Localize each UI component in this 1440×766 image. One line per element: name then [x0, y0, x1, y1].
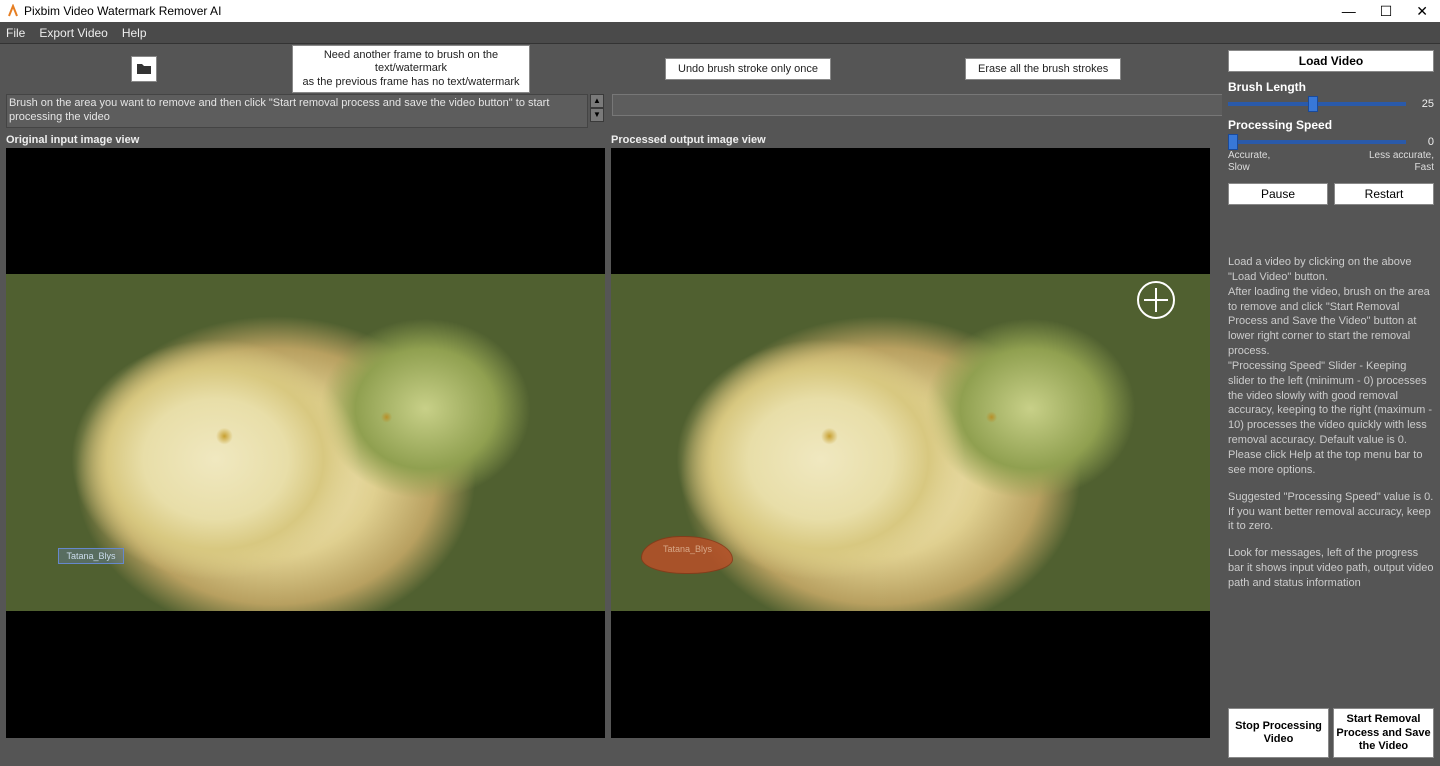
brush-length-thumb[interactable] [1308, 96, 1318, 112]
menu-help[interactable]: Help [122, 26, 147, 40]
processing-speed-slider[interactable] [1228, 140, 1406, 144]
minimize-icon[interactable]: — [1342, 3, 1356, 19]
stop-processing-button[interactable]: Stop Processing Video [1228, 708, 1329, 758]
load-video-button[interactable]: Load Video [1228, 50, 1434, 72]
processing-speed-value: 0 [1410, 136, 1434, 148]
processing-speed-thumb[interactable] [1228, 134, 1238, 150]
pause-button[interactable]: Pause [1228, 183, 1328, 205]
app-logo-icon [6, 4, 20, 18]
brush-stroke-hidden-text: Tatana_Blys [663, 544, 712, 554]
watermark-overlay: Tatana_Blys [58, 548, 124, 564]
help-p2: After loading the video, brush on the ar… [1228, 286, 1430, 357]
hint-line-1: Need another frame to brush on the text/… [299, 49, 523, 75]
hint-line-2: as the previous frame has no text/waterm… [299, 76, 523, 89]
help-p5: Suggested "Processing Speed" value is 0.… [1228, 490, 1434, 535]
open-folder-button[interactable] [131, 56, 157, 82]
processed-view-label: Processed output image view [611, 132, 766, 148]
original-view[interactable]: Tatana_Blys [6, 148, 605, 738]
title-bar: Pixbim Video Watermark Remover AI — ☐ ✕ [0, 0, 1440, 22]
help-p1: Load a video by clicking on the above "L… [1228, 256, 1411, 283]
help-p6: Look for messages, left of the progress … [1228, 546, 1434, 591]
processed-view[interactable]: Tatana_Blys [611, 148, 1210, 738]
brush-length-label: Brush Length [1228, 80, 1434, 94]
close-icon[interactable]: ✕ [1416, 3, 1428, 20]
status-message: Brush on the area you want to remove and… [6, 94, 588, 128]
original-view-label: Original input image view [6, 132, 611, 148]
erase-brush-button[interactable]: Erase all the brush strokes [965, 58, 1121, 80]
processing-speed-label: Processing Speed [1228, 118, 1434, 132]
maximize-icon[interactable]: ☐ [1380, 3, 1393, 20]
speed-left-label-1: Accurate, [1228, 150, 1270, 162]
spin-down-icon[interactable]: ▼ [590, 108, 604, 122]
speed-right-label-1: Less accurate, [1369, 150, 1434, 162]
menu-export-video[interactable]: Export Video [39, 26, 108, 40]
undo-brush-button[interactable]: Undo brush stroke only once [665, 58, 831, 80]
menu-file[interactable]: File [6, 26, 25, 40]
speed-left-label-2: Slow [1228, 162, 1270, 174]
brush-length-slider[interactable] [1228, 102, 1406, 106]
spin-up-icon[interactable]: ▲ [590, 94, 604, 108]
start-removal-button[interactable]: Start Removal Process and Save the Video [1333, 708, 1434, 758]
help-p4: Please click Help at the top menu bar to… [1228, 449, 1422, 476]
help-text: Load a video by clicking on the above "L… [1228, 255, 1434, 603]
app-title: Pixbim Video Watermark Remover AI [24, 4, 1342, 18]
frame-hint-box: Need another frame to brush on the text/… [292, 45, 530, 93]
right-panel: Load Video Brush Length 25 Processing Sp… [1222, 44, 1440, 764]
folder-icon [136, 61, 152, 78]
brush-cursor-icon [1137, 281, 1175, 319]
brush-length-value: 25 [1410, 98, 1434, 110]
help-p3: "Processing Speed" Slider - Keeping slid… [1228, 360, 1432, 446]
menu-bar: File Export Video Help [0, 22, 1440, 44]
restart-button[interactable]: Restart [1334, 183, 1434, 205]
speed-right-label-2: Fast [1369, 162, 1434, 174]
